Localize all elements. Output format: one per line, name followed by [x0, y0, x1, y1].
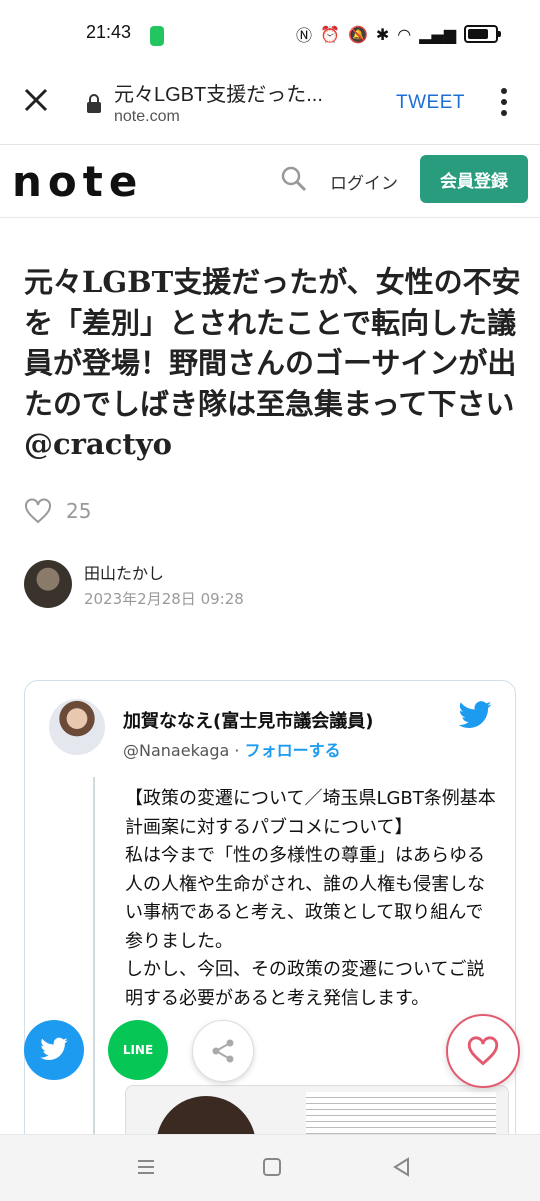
home-icon[interactable] [262, 1157, 282, 1177]
site-header: note ログイン 会員登録 [0, 145, 540, 218]
like-button[interactable] [446, 1014, 520, 1088]
tweet-button[interactable]: TWEET [396, 92, 465, 114]
alarm-icon: ⏰ [320, 24, 340, 44]
heart-outline-icon[interactable] [24, 498, 52, 524]
nfc-icon: Ⓝ [296, 26, 313, 45]
tweet-text: 【政策の変遷について／埼玉県LGBT条例基本計画案に対するパブコメについて】 私… [125, 788, 496, 1009]
note-logo[interactable]: note [12, 157, 143, 206]
page-title: 元々LGBT支援だった... [114, 84, 323, 106]
heart-icon [467, 1036, 499, 1066]
status-icons: Ⓝ ⏰ 🔕 ✱ ◠ ▂▄▆ [296, 22, 502, 46]
recents-icon[interactable] [136, 1157, 156, 1177]
like-count: 25 [66, 499, 92, 523]
system-nav-bar [0, 1134, 540, 1201]
share-icon [212, 1039, 234, 1063]
mute-icon: 🔕 [347, 24, 368, 44]
battery-icon [464, 25, 502, 43]
share-twitter-button[interactable] [24, 1020, 84, 1080]
search-icon[interactable] [280, 165, 308, 193]
status-time: 21:43 [86, 22, 132, 42]
tweet-author-name[interactable]: 加賀ななえ(富士見市議会議員) [123, 707, 373, 733]
publish-date: 2023年2月28日 09:28 [84, 590, 244, 608]
lock-icon [87, 94, 101, 113]
signup-button[interactable]: 会員登録 [420, 155, 528, 203]
browser-toolbar: 元々LGBT支援だった... note.com TWEET [0, 64, 540, 145]
page-domain: note.com [114, 108, 180, 125]
embedded-tweet[interactable]: 加賀ななえ(富士見市議会議員) @Nanaekaga · フォローする 【政策の… [24, 680, 516, 1152]
bluetooth-icon: ✱ [375, 24, 390, 44]
tweet-handle[interactable]: @Nanaekaga [123, 741, 229, 760]
login-link[interactable]: ログイン [330, 169, 398, 194]
thread-line [93, 777, 95, 1151]
line-label: LINE [122, 1043, 154, 1057]
share-line-button[interactable]: LINE [108, 1020, 168, 1080]
twitter-bird-icon[interactable] [457, 701, 493, 731]
signal-icon: ▂▄▆ [419, 24, 457, 44]
status-bar: 21:43 Ⓝ ⏰ 🔕 ✱ ◠ ▂▄▆ [0, 0, 540, 64]
like-counter[interactable]: 25 [24, 498, 91, 524]
tweet-handle-row: @Nanaekaga · フォローする [123, 737, 341, 761]
more-vert-icon[interactable] [500, 86, 508, 118]
back-icon[interactable] [392, 1157, 412, 1177]
twitter-icon [40, 1037, 68, 1060]
follow-link[interactable]: フォローする [245, 741, 341, 760]
battery-saver-icon [150, 26, 164, 46]
article-title: 元々LGBT支援だったが、女性の不安を「差別」とされたことで転向した議員が登場！… [24, 265, 521, 461]
tweet-avatar[interactable] [49, 699, 105, 755]
author-name[interactable]: 田山たかし [84, 560, 164, 584]
author-avatar[interactable] [24, 560, 72, 608]
close-icon[interactable] [22, 86, 50, 114]
separator: · [229, 741, 245, 760]
share-button[interactable] [192, 1020, 254, 1082]
wifi-icon: ◠ [397, 24, 412, 44]
